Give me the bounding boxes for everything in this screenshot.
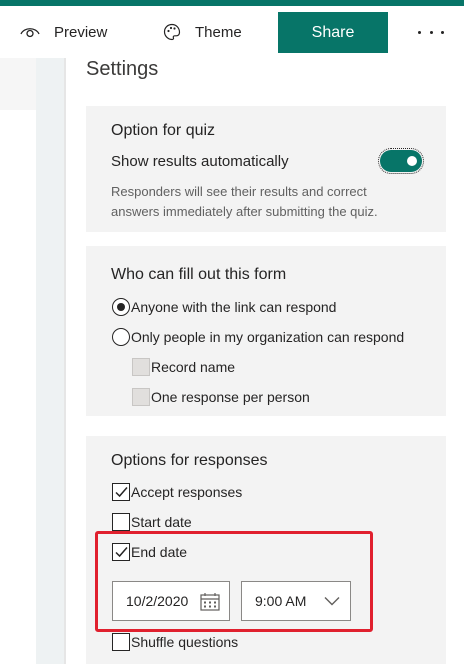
form-canvas (0, 66, 36, 664)
anyone-label: Anyone with the link can respond (131, 299, 337, 315)
start-date-label: Start date (131, 514, 192, 530)
settings-title: Settings (86, 58, 159, 80)
accept-responses-label: Accept responses (131, 484, 243, 500)
shuffle-questions-label: Shuffle questions (131, 634, 239, 650)
quiz-description-line2: answers immediately after submitting the… (111, 204, 378, 219)
one-response-label: One response per person (151, 389, 310, 405)
form-canvas-header (0, 58, 36, 110)
show-results-label: Show results automatically (111, 153, 289, 170)
theme-button[interactable]: Theme (163, 6, 242, 58)
theme-label: Theme (195, 23, 242, 41)
accept-responses-checkbox[interactable] (112, 483, 130, 501)
annotation-highlight-box (95, 531, 373, 632)
share-button[interactable]: Share (278, 12, 388, 53)
quiz-heading: Option for quiz (111, 122, 216, 139)
form-canvas-pane (0, 58, 66, 664)
radio-organization[interactable] (112, 328, 130, 346)
quiz-description-line1: Responders will see their results and co… (111, 184, 367, 199)
responses-heading: Options for responses (111, 452, 268, 469)
palette-icon (163, 23, 181, 41)
record-name-label: Record name (151, 359, 236, 375)
who-heading: Who can fill out this form (111, 266, 287, 283)
pane-divider (64, 58, 66, 664)
toolbar: Preview Theme Share (0, 6, 464, 58)
record-name-checkbox[interactable] (132, 358, 150, 376)
one-response-checkbox[interactable] (132, 388, 150, 406)
start-date-checkbox[interactable] (112, 513, 130, 531)
eye-icon (20, 28, 40, 38)
preview-label: Preview (54, 23, 108, 41)
checkmark-icon (115, 487, 128, 498)
toggle-knob (407, 156, 417, 166)
organization-label: Only people in my organization can respo… (131, 329, 405, 345)
show-results-toggle[interactable] (378, 148, 424, 174)
ellipsis-icon[interactable] (418, 24, 444, 40)
shuffle-questions-checkbox[interactable] (112, 633, 130, 651)
radio-anyone[interactable] (112, 298, 130, 316)
preview-button[interactable]: Preview (20, 6, 107, 58)
